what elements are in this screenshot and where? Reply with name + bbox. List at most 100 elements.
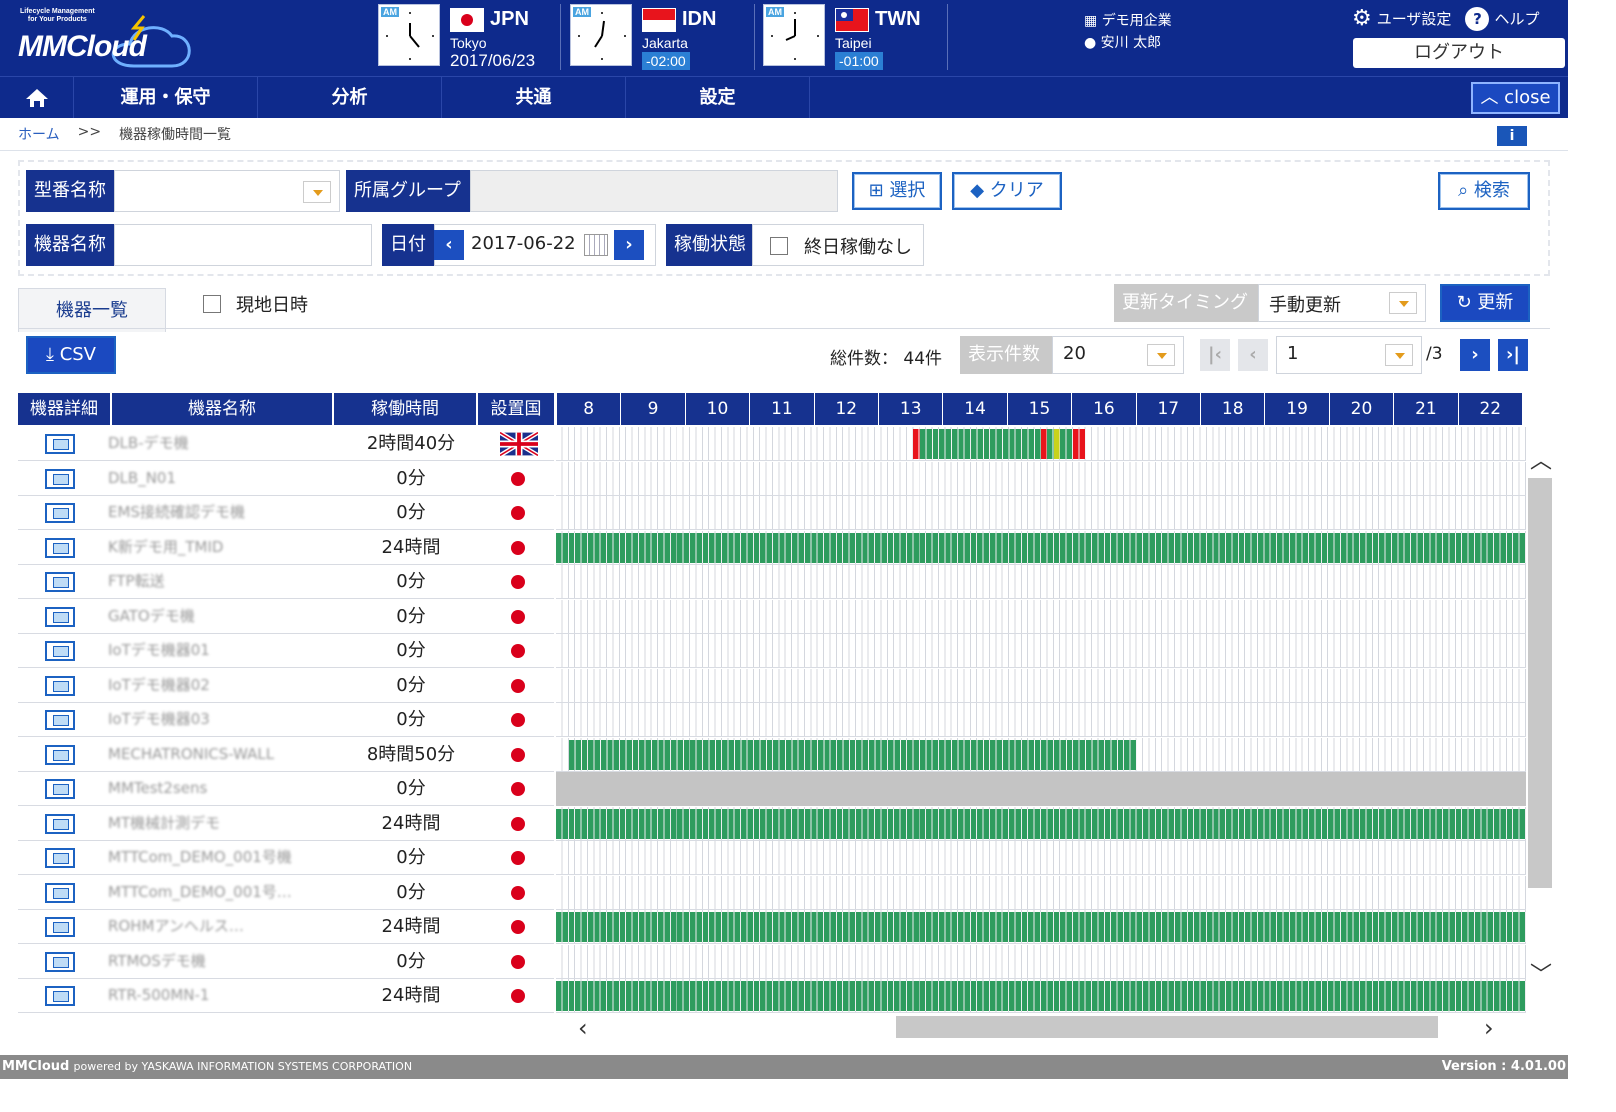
device-detail-icon[interactable] [45, 744, 75, 765]
table-row[interactable]: K新デモ用_TMID 24時間 [18, 531, 554, 565]
table-row[interactable]: RTMOSデモ機 0分 [18, 945, 554, 979]
table-row[interactable]: MTTCom_DEMO_001号機 0分 [18, 841, 554, 875]
timeline-row[interactable] [556, 772, 1526, 806]
prev-page-button[interactable]: ‹ [1238, 339, 1268, 371]
search-button[interactable]: ⌕ 検索 [1438, 172, 1530, 210]
select-group-button[interactable]: ⊞ 選択 [852, 172, 942, 210]
device-detail-icon[interactable] [45, 606, 75, 627]
device-detail-icon[interactable] [45, 503, 75, 523]
horizontal-scroll-thumb[interactable] [896, 1016, 1438, 1038]
nav-item-settings[interactable]: 設定 [626, 77, 810, 118]
device-detail-icon[interactable] [45, 434, 75, 454]
calendar-icon[interactable] [584, 234, 608, 256]
nav-item-analysis[interactable]: 分析 [258, 77, 442, 118]
timeline-row[interactable] [556, 703, 1526, 737]
table-row[interactable]: EMS接続確認デモ機 0分 [18, 496, 554, 530]
table-row[interactable]: ROHMアンヘルス… 24時間 [18, 910, 554, 944]
close-menu-button[interactable]: ︿ close [1471, 82, 1560, 114]
device-detail-icon[interactable] [45, 572, 75, 592]
info-button[interactable]: i [1497, 126, 1527, 146]
device-detail-icon[interactable] [45, 468, 75, 489]
device-name-input[interactable] [114, 224, 372, 266]
chevron-up-icon[interactable]: ︿ [1530, 443, 1552, 475]
page-size-select[interactable]: 20 [1052, 336, 1184, 374]
timeline-row[interactable] [556, 427, 1526, 461]
device-detail-icon[interactable] [45, 813, 75, 834]
group-field[interactable] [470, 170, 838, 212]
timeline-row[interactable] [556, 461, 1526, 496]
operating-time: 0分 [396, 571, 426, 592]
home-nav-button[interactable] [0, 77, 74, 118]
device-detail-icon[interactable] [45, 848, 75, 868]
vertical-scroll-thumb[interactable] [1528, 478, 1552, 888]
timeline-row[interactable] [556, 565, 1526, 599]
prev-date-button[interactable]: ‹ [434, 230, 464, 260]
table-row[interactable]: MMTest2sens 0分 [18, 772, 554, 806]
timeline-row[interactable] [556, 737, 1526, 772]
device-detail-icon[interactable] [45, 779, 75, 799]
timeline-row[interactable] [556, 944, 1526, 979]
japan-flag-icon [450, 8, 484, 32]
device-detail-icon[interactable] [45, 917, 75, 937]
japan-flag-icon [511, 575, 525, 589]
scroll-right-icon[interactable]: › [1484, 1014, 1494, 1042]
timeline-row[interactable] [556, 496, 1526, 530]
date-input[interactable]: 2017-06-22 [471, 233, 576, 254]
nav-item-common[interactable]: 共通 [442, 77, 626, 118]
table-row[interactable]: DLB-デモ機 2時間40分 [18, 427, 554, 461]
next-date-button[interactable]: › [614, 230, 644, 260]
device-detail-icon[interactable] [45, 641, 75, 661]
logout-button[interactable]: ログアウト [1353, 38, 1565, 68]
col-header-country[interactable]: 設置国 [478, 393, 556, 425]
table-row[interactable]: IoTデモ機器01 0分 [18, 634, 554, 668]
detail-cell [18, 703, 102, 736]
device-detail-icon[interactable] [45, 882, 75, 903]
mmcloud-logo[interactable]: Lifecycle Management for Your Products MM… [12, 4, 192, 70]
device-detail-icon[interactable] [45, 710, 75, 730]
timeline-row[interactable] [556, 668, 1526, 703]
timeline-row[interactable] [556, 599, 1526, 634]
table-row[interactable]: FTP転送 0分 [18, 565, 554, 599]
local-time-checkbox[interactable] [203, 295, 221, 313]
help-link[interactable]: ? ヘルプ [1465, 6, 1539, 31]
timeline-row[interactable] [556, 910, 1526, 944]
scroll-left-icon[interactable]: ‹ [578, 1014, 588, 1042]
table-row[interactable]: RTR-500MN-1 24時間 [18, 979, 554, 1013]
logo-tagline: Lifecycle Management [20, 8, 95, 15]
hour-header: 21 [1393, 393, 1458, 425]
next-page-button[interactable]: › [1460, 339, 1490, 371]
table-row[interactable]: MT機械計測デモ 24時間 [18, 807, 554, 841]
table-row[interactable]: MTTCom_DEMO_001号… 0分 [18, 876, 554, 910]
col-header-time[interactable]: 稼働時間 [334, 393, 478, 425]
page-select[interactable]: 1 [1276, 336, 1422, 374]
table-row[interactable]: DLB_N01 0分 [18, 462, 554, 496]
chevron-down-icon[interactable]: ﹀ [1530, 957, 1552, 989]
last-page-button[interactable]: ›| [1498, 339, 1528, 371]
timeline-row[interactable] [556, 806, 1526, 841]
table-row[interactable]: MECHATRONICS-WALL 8時間50分 [18, 738, 554, 772]
table-row[interactable]: IoTデモ機器02 0分 [18, 669, 554, 703]
device-detail-icon[interactable] [45, 986, 75, 1006]
timeline-row[interactable] [556, 634, 1526, 668]
breadcrumb-home-link[interactable]: ホーム [18, 124, 60, 144]
table-row[interactable]: GATOデモ機 0分 [18, 600, 554, 634]
timeline-row[interactable] [556, 875, 1526, 910]
device-detail-icon[interactable] [45, 951, 75, 972]
first-page-button[interactable]: |‹ [1200, 339, 1230, 371]
table-row[interactable]: IoTデモ機器03 0分 [18, 703, 554, 737]
col-header-name[interactable]: 機器名称 [112, 393, 334, 425]
refresh-button[interactable]: ↻ 更新 [1440, 284, 1530, 322]
device-detail-icon[interactable] [45, 537, 75, 558]
user-settings-link[interactable]: ⚙ ユーザ設定 [1352, 6, 1451, 31]
csv-download-button[interactable]: ⤓ CSV [26, 336, 116, 374]
timeline-row[interactable] [556, 979, 1526, 1013]
clear-button[interactable]: ◆ クリア [952, 172, 1062, 210]
tab-device-list[interactable]: 機器一覧 [18, 288, 166, 332]
model-select[interactable] [114, 170, 340, 212]
device-detail-icon[interactable] [45, 675, 75, 696]
timeline-row[interactable] [556, 841, 1526, 875]
nav-item-operations[interactable]: 運用・保守 [74, 77, 258, 118]
update-timing-select[interactable]: 手動更新 [1258, 284, 1426, 322]
timeline-row[interactable] [556, 530, 1526, 565]
no-operation-checkbox[interactable] [770, 237, 788, 255]
